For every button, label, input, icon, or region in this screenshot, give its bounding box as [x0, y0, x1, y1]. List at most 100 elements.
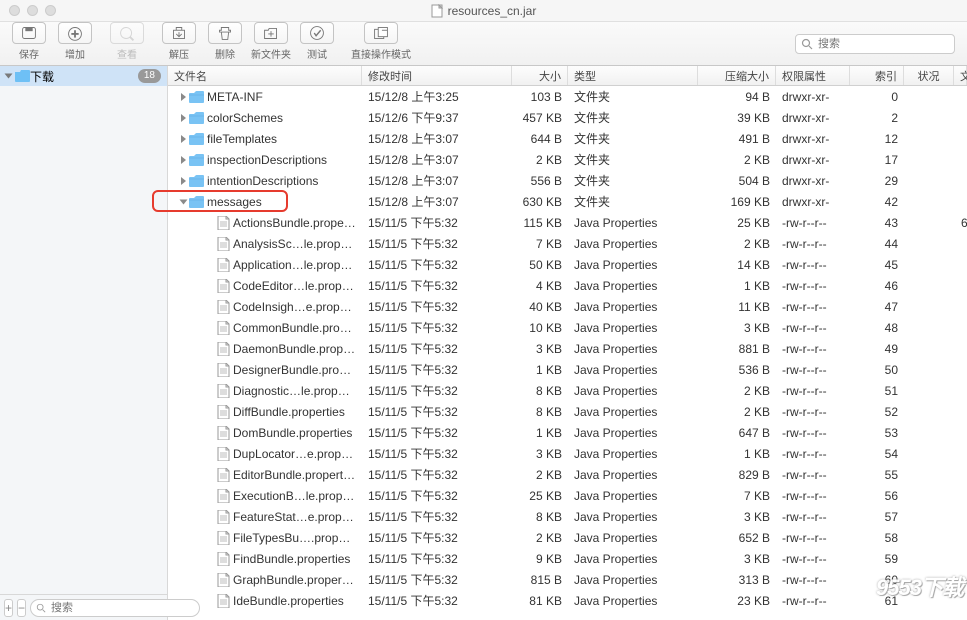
- cell-size: 457 KB: [512, 111, 568, 125]
- file-row[interactable]: FileTypesBu….properties15/11/5 下午5:322 K…: [168, 527, 967, 548]
- cell-permissions: -rw-r--r--: [776, 279, 850, 293]
- file-row[interactable]: Diagnostic…le.properties15/11/5 下午5:328 …: [168, 380, 967, 401]
- folder-row[interactable]: messages15/12/8 上午3:07630 KB文件夹169 KBdrw…: [168, 191, 967, 212]
- disclosure-icon[interactable]: [180, 199, 188, 204]
- search-icon: [36, 603, 46, 613]
- toolbar-新文件夹-button[interactable]: 新文件夹: [248, 22, 294, 65]
- file-row[interactable]: AnalysisSc…le.properties15/11/5 下午5:327 …: [168, 233, 967, 254]
- header-date[interactable]: 修改时间: [362, 66, 512, 85]
- header-permissions[interactable]: 权限属性: [776, 66, 850, 85]
- toolbar-直接操作模式-button[interactable]: 直接操作模式: [346, 22, 416, 65]
- toolbar-测试-button[interactable]: 测试: [294, 22, 340, 65]
- cell-type: Java Properties: [568, 426, 698, 440]
- cell-date: 15/11/5 下午5:32: [362, 277, 512, 294]
- cell-permissions: -rw-r--r--: [776, 489, 850, 503]
- cell-permissions: -rw-r--r--: [776, 594, 850, 608]
- file-icon: [217, 237, 230, 251]
- cell-compressed-size: 2 KB: [698, 405, 776, 419]
- file-row[interactable]: Application…le.properties15/11/5 下午5:325…: [168, 254, 967, 275]
- cell-type: Java Properties: [568, 468, 698, 482]
- folder-row[interactable]: intentionDescriptions15/12/8 上午3:07556 B…: [168, 170, 967, 191]
- header-type[interactable]: 类型: [568, 66, 698, 85]
- file-row[interactable]: DomBundle.properties15/11/5 下午5:321 KBJa…: [168, 422, 967, 443]
- cell-date: 15/11/5 下午5:32: [362, 340, 512, 357]
- cell-type: 文件夹: [568, 172, 698, 189]
- file-row[interactable]: ExecutionB…le.properties15/11/5 下午5:3225…: [168, 485, 967, 506]
- file-row[interactable]: IdeBundle.properties15/11/5 下午5:3281 KBJ…: [168, 590, 967, 611]
- toolbar-保存-button[interactable]: 保存: [6, 22, 52, 65]
- file-icon: [217, 426, 230, 440]
- file-name: EditorBundle.properties: [233, 468, 356, 482]
- header-extra[interactable]: 文: [954, 66, 967, 85]
- watermark: 9553下载: [876, 570, 963, 602]
- cell-size: 630 KB: [512, 195, 568, 209]
- toolbar-解压-button[interactable]: 解压: [156, 22, 202, 65]
- header-compressed-size[interactable]: 压缩大小: [698, 66, 776, 85]
- toolbar-删除-button[interactable]: 删除: [202, 22, 248, 65]
- file-icon: [217, 405, 230, 419]
- cell-date: 15/12/8 上午3:07: [362, 193, 512, 210]
- cell-date: 15/11/5 下午5:32: [362, 487, 512, 504]
- cell-size: 7 KB: [512, 237, 568, 251]
- file-row[interactable]: DaemonBundle.properties15/11/5 下午5:323 K…: [168, 338, 967, 359]
- cell-type: 文件夹: [568, 151, 698, 168]
- file-row[interactable]: ActionsBundle.properties15/11/5 下午5:3211…: [168, 212, 967, 233]
- file-icon: [217, 363, 230, 377]
- cell-permissions: -rw-r--r--: [776, 342, 850, 356]
- cell-type: Java Properties: [568, 342, 698, 356]
- file-list: 文件名 修改时间 大小 类型 压缩大小 权限属性 索引 状况 文 META-IN…: [168, 66, 967, 620]
- file-row[interactable]: DiffBundle.properties15/11/5 下午5:328 KBJ…: [168, 401, 967, 422]
- sidebar-remove-button[interactable]: −: [17, 599, 26, 617]
- cell-compressed-size: 23 KB: [698, 594, 776, 608]
- disclosure-icon[interactable]: [181, 93, 186, 101]
- folder-icon: [189, 112, 204, 124]
- search-input[interactable]: [795, 34, 955, 54]
- folder-icon: [189, 133, 204, 145]
- file-name: FindBundle.properties: [233, 552, 350, 566]
- file-row[interactable]: CommonBundle.properties15/11/5 下午5:3210 …: [168, 317, 967, 338]
- cell-compressed-size: 1 KB: [698, 447, 776, 461]
- file-row[interactable]: CodeInsigh…e.properties15/11/5 下午5:3240 …: [168, 296, 967, 317]
- file-row[interactable]: EditorBundle.properties15/11/5 下午5:322 K…: [168, 464, 967, 485]
- cell-date: 15/12/8 上午3:07: [362, 172, 512, 189]
- header-status[interactable]: 状况: [904, 66, 954, 85]
- cell-index: 29: [850, 174, 904, 188]
- header-name[interactable]: 文件名: [168, 66, 362, 85]
- file-row[interactable]: FindBundle.properties15/11/5 下午5:329 KBJ…: [168, 548, 967, 569]
- cell-date: 15/11/5 下午5:32: [362, 445, 512, 462]
- cell-type: Java Properties: [568, 237, 698, 251]
- folder-row[interactable]: colorSchemes15/12/6 下午9:37457 KB文件夹39 KB…: [168, 107, 967, 128]
- file-icon: [217, 300, 230, 314]
- disclosure-icon[interactable]: [181, 114, 186, 122]
- folder-row[interactable]: fileTemplates15/12/8 上午3:07644 B文件夹491 B…: [168, 128, 967, 149]
- cell-size: 25 KB: [512, 489, 568, 503]
- file-row[interactable]: CodeEditor…le.properties15/11/5 下午5:324 …: [168, 275, 967, 296]
- sidebar-search-input[interactable]: [30, 599, 200, 617]
- file-row[interactable]: GraphBundle.properties15/11/5 下午5:32815 …: [168, 569, 967, 590]
- file-name: ActionsBundle.properties: [233, 216, 356, 230]
- cell-type: 文件夹: [568, 109, 698, 126]
- toolbar-增加-button[interactable]: 增加: [52, 22, 98, 65]
- folder-row[interactable]: META-INF15/12/8 上午3:25103 B文件夹94 Bdrwxr-…: [168, 86, 967, 107]
- cell-date: 15/11/5 下午5:32: [362, 466, 512, 483]
- disclosure-icon[interactable]: [181, 156, 186, 164]
- file-name: inspectionDescriptions: [207, 153, 327, 167]
- cell-index: 17: [850, 153, 904, 167]
- file-row[interactable]: DupLocator…e.properties15/11/5 下午5:323 K…: [168, 443, 967, 464]
- file-row[interactable]: FeatureStat…e.properties15/11/5 下午5:328 …: [168, 506, 967, 527]
- cell-permissions: -rw-r--r--: [776, 510, 850, 524]
- sidebar-add-button[interactable]: +: [4, 599, 13, 617]
- header-size[interactable]: 大小: [512, 66, 568, 85]
- cell-index: 55: [850, 468, 904, 482]
- disclosure-icon[interactable]: [181, 177, 186, 185]
- cell-permissions: drwxr-xr-: [776, 195, 850, 209]
- folder-row[interactable]: inspectionDescriptions15/12/8 上午3:072 KB…: [168, 149, 967, 170]
- disclosure-icon[interactable]: [181, 135, 186, 143]
- cell-date: 15/11/5 下午5:32: [362, 361, 512, 378]
- cell-compressed-size: 829 B: [698, 468, 776, 482]
- file-row[interactable]: DesignerBundle.properties15/11/5 下午5:321…: [168, 359, 967, 380]
- file-icon: [217, 447, 230, 461]
- cell-size: 4 KB: [512, 279, 568, 293]
- sidebar-item-downloads[interactable]: 下载 18: [0, 66, 167, 86]
- header-index[interactable]: 索引: [850, 66, 904, 85]
